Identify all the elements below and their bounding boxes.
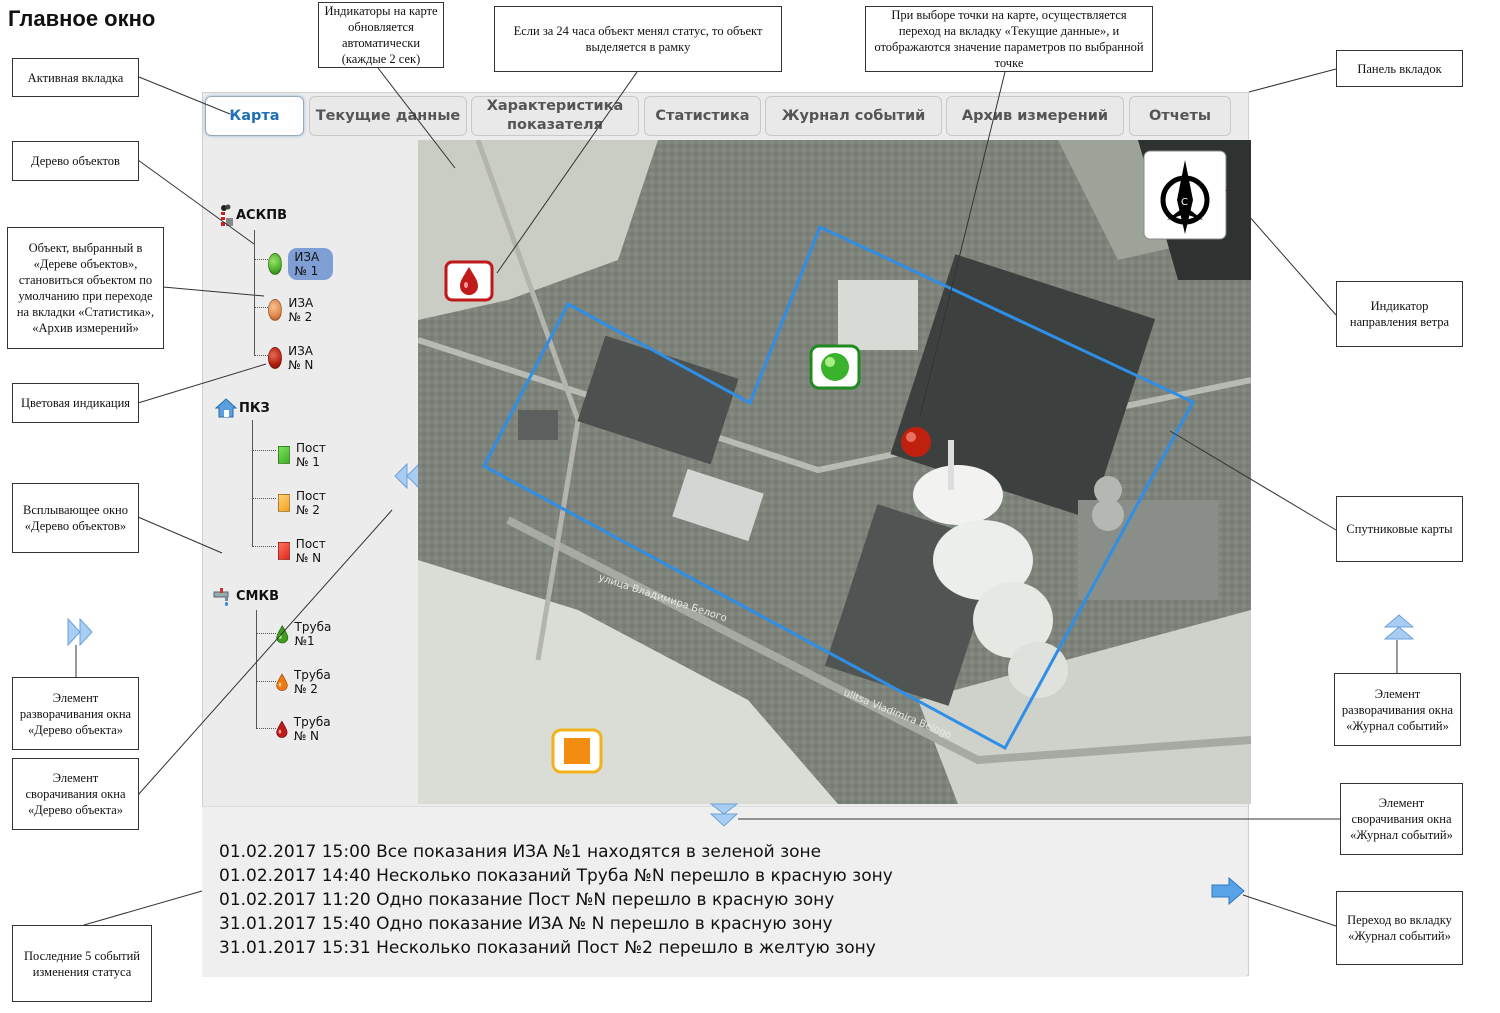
callout-wind: Индикатор направления ветра: [1336, 281, 1463, 347]
callout-object-tree: Дерево объектов: [12, 141, 139, 181]
callout-expand-tree: Элемент разворачивания окна «Дерево объе…: [12, 677, 139, 750]
callout-tab-panel: Панель вкладок: [1336, 50, 1463, 87]
callout-status-frame: Если за 24 часа объект менял статус, то …: [494, 6, 782, 72]
callout-collapse-log: Элемент сворачивания окна «Журнал событи…: [1340, 783, 1463, 855]
callout-active-tab: Активная вкладка: [12, 58, 139, 97]
callout-last-events: Последние 5 событий изменения статуса: [12, 925, 152, 1002]
callout-goto-log: Переход во вкладку «Журнал событий»: [1336, 891, 1463, 965]
callout-expand-log: Элемент разворачивания окна «Журнал собы…: [1334, 673, 1461, 746]
callout-point-select: При выборе точки на карте, осуществляетс…: [865, 6, 1153, 72]
callout-indicators: Индикаторы на карте обновляется автомати…: [318, 2, 444, 68]
annotation-lines: [75, 67, 1398, 927]
callout-color-indication: Цветовая индикация: [12, 383, 139, 423]
callout-satellite: Спутниковые карты: [1336, 496, 1463, 562]
callout-selected-object: Объект, выбранный в «Дереве объектов», с…: [7, 227, 164, 349]
callout-popup-tree: Всплывающее окно «Дерево объектов»: [12, 483, 139, 553]
callout-collapse-tree: Элемент сворачивания окна «Дерево объект…: [12, 758, 139, 830]
